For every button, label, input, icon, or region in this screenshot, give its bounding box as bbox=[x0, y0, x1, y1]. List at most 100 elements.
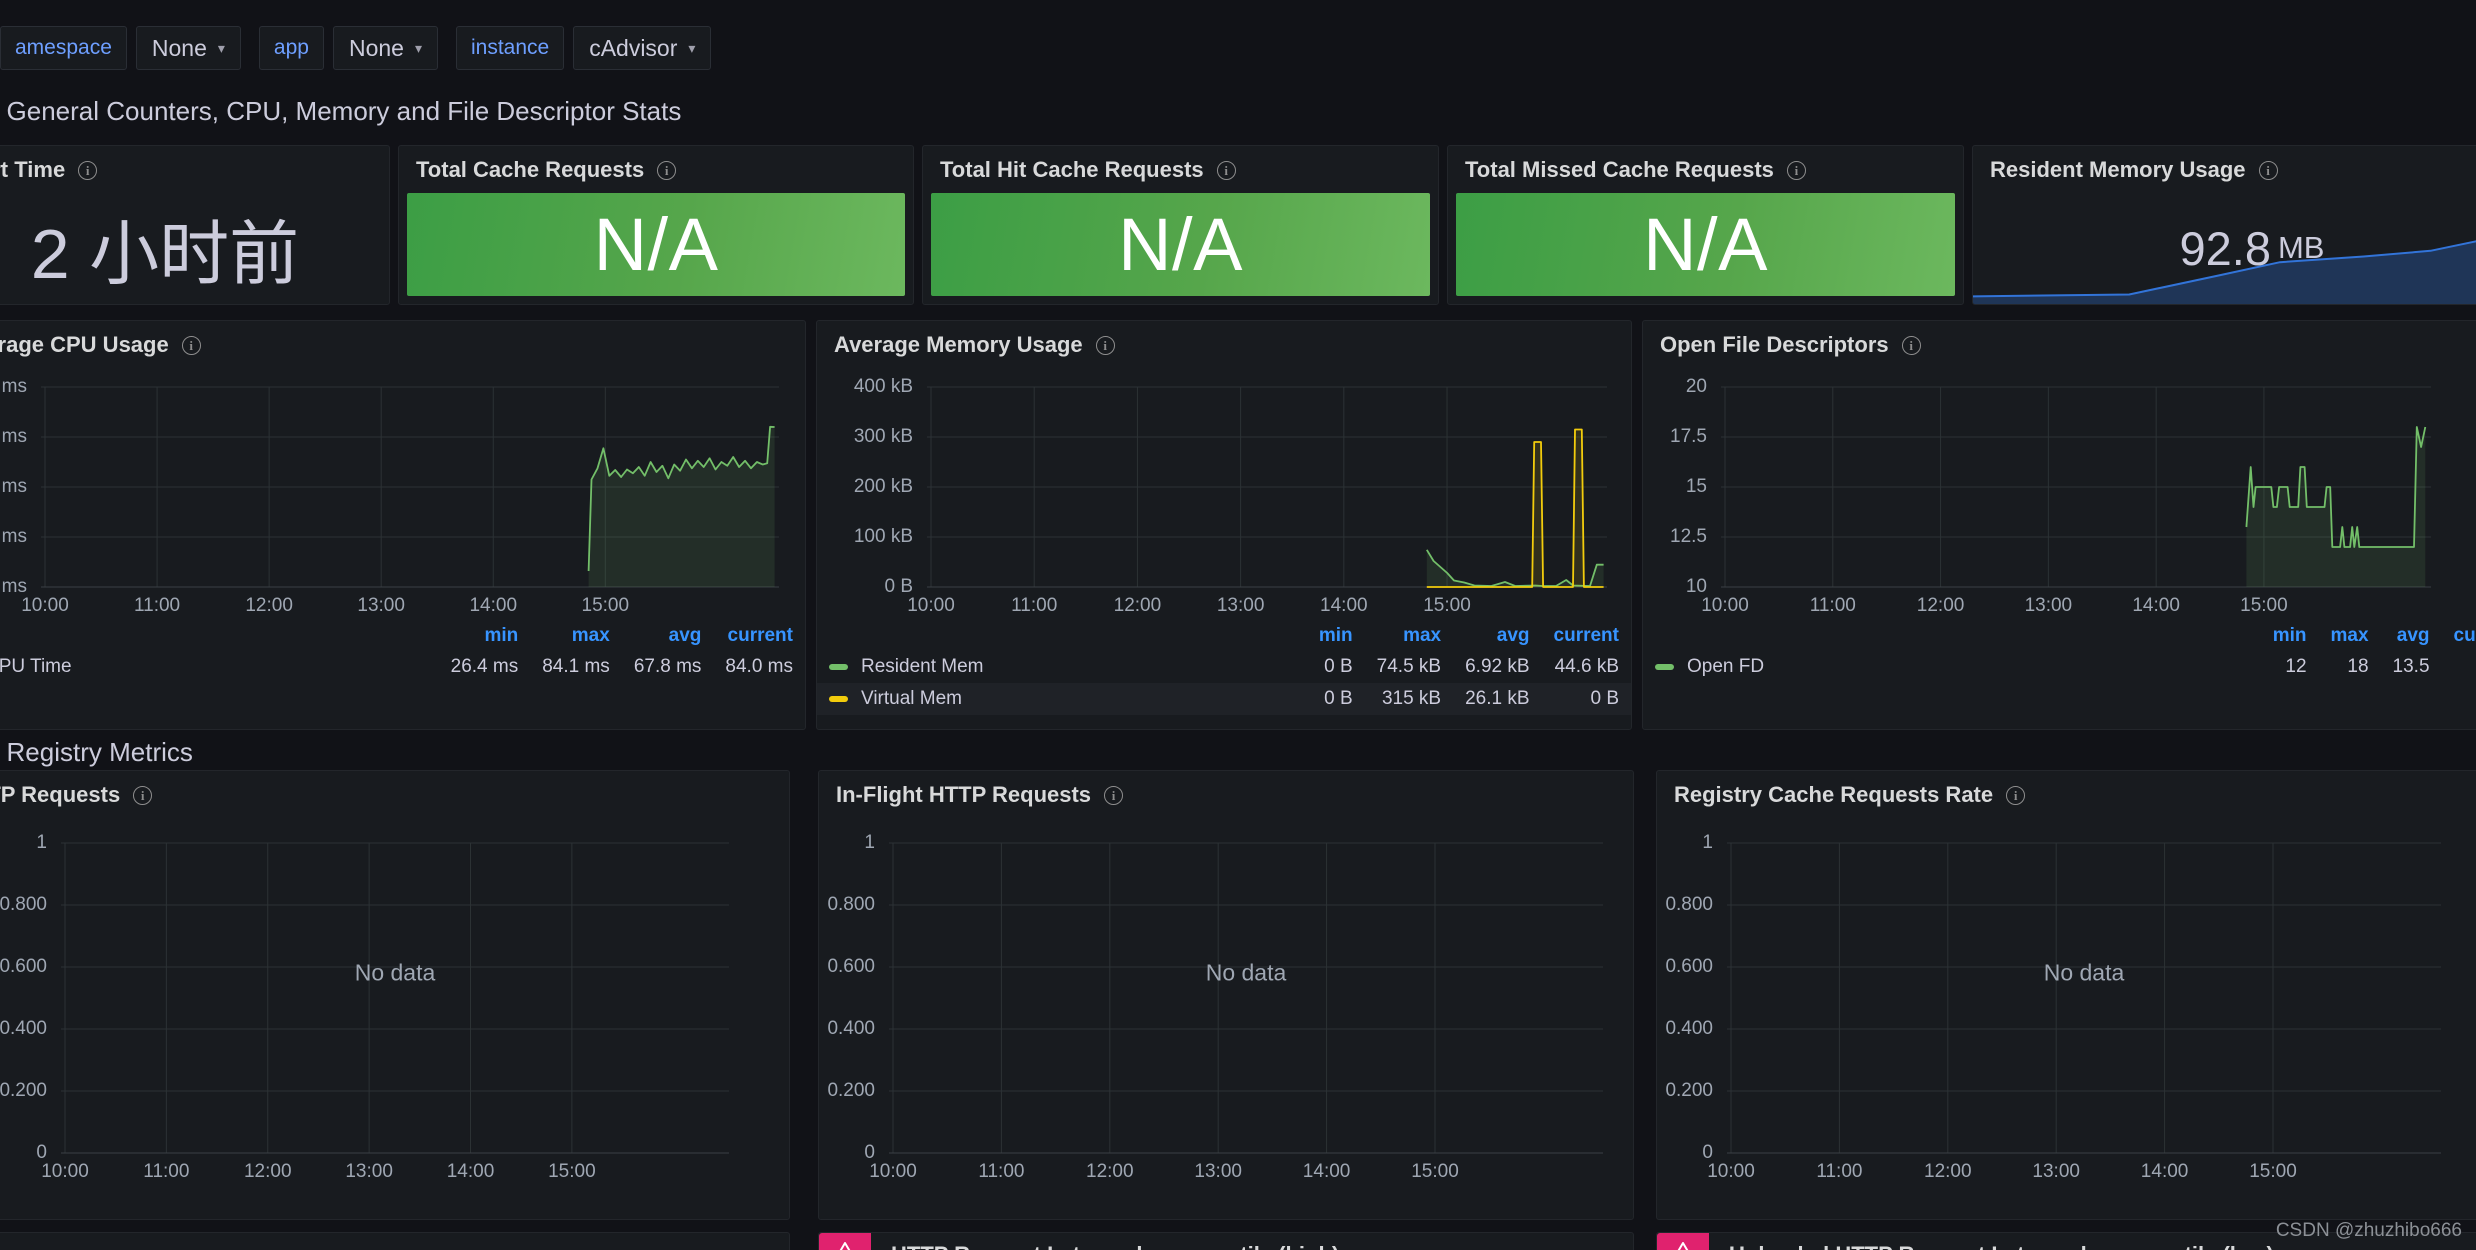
chart-svg bbox=[889, 842, 1603, 1154]
info-icon[interactable]: i bbox=[1216, 160, 1236, 180]
legend-row[interactable]: Resident Mem 0 B 74.5 kB 6.92 kB 44.6 kB bbox=[817, 651, 1631, 683]
x-axis-tick-label: 14:00 bbox=[2132, 595, 2180, 616]
legend-value-current: 84.0 ms bbox=[725, 656, 793, 677]
x-axis-tick-label: 10:00 bbox=[1707, 1161, 1755, 1182]
panel-start-time[interactable]: Start Time i 2 小时前 bbox=[0, 145, 390, 305]
legend-spacer bbox=[0, 621, 439, 651]
panel-total-hit-cache-requests[interactable]: Total Hit Cache Requests i N/A bbox=[922, 145, 1439, 305]
variable-app-label[interactable]: app bbox=[258, 26, 324, 70]
panel-resident-memory-usage[interactable]: Resident Memory Usage i 92.8 MB bbox=[1972, 145, 2476, 305]
x-axis-tick-label: 15:00 bbox=[1411, 1161, 1459, 1182]
panel-title: Start Time i bbox=[0, 157, 98, 183]
legend-series-name[interactable]: CPU Time bbox=[0, 651, 439, 683]
info-icon[interactable]: i bbox=[78, 160, 98, 180]
error-badge[interactable] bbox=[819, 1233, 871, 1250]
row-header-registry-metrics[interactable]: ▾ Registry Metrics bbox=[0, 737, 193, 768]
legend-header-row: minmaxavgcurrent bbox=[1643, 621, 2476, 651]
y-axis-tick-label: 0.800 bbox=[827, 894, 875, 915]
panel-registry-cache-requests-rate[interactable]: Registry Cache Requests Rate i 0 0.200 0.4… bbox=[1656, 770, 2476, 1220]
panel-bottom-left-partial[interactable] bbox=[0, 1232, 790, 1250]
panel-title: Total Hit Cache Requests i bbox=[940, 157, 1236, 183]
panel-open-file-descriptors[interactable]: Open File Descriptors i 10 12.5 15 17.5 20 10… bbox=[1642, 320, 2476, 730]
chart-legend: min max avg current Resident Mem 0 B 74.5 kB 6.… bbox=[817, 621, 1631, 715]
info-icon[interactable]: i bbox=[657, 160, 677, 180]
legend-value-current: 0 B bbox=[1590, 688, 1619, 709]
info-icon[interactable]: i bbox=[1095, 335, 1115, 355]
panel-total-missed-cache-requests[interactable]: Total Missed Cache Requests i N/A bbox=[1447, 145, 1964, 305]
y-axis-tick-label: 0.800 bbox=[0, 894, 47, 915]
legend-row[interactable]: Virtual Mem 0 B 315 kB 26.1 kB 0 B bbox=[817, 683, 1631, 715]
legend-header-min[interactable]: min bbox=[2261, 621, 2319, 651]
x-axis-tick-label: 10:00 bbox=[41, 1161, 89, 1182]
x-axis-tick-label: 13:00 bbox=[1194, 1161, 1242, 1182]
warning-icon bbox=[839, 1242, 851, 1250]
info-icon[interactable]: i bbox=[181, 335, 201, 355]
panel-title: Average Memory Usage i bbox=[834, 332, 1115, 358]
panel-http-request-latency-high[interactable]: HTTP Request Latency by percentile (high… bbox=[818, 1232, 1634, 1250]
panel-title-text: Unloaded HTTP Request Latency by percent… bbox=[1729, 1242, 2274, 1250]
legend-value-max: 18 bbox=[2347, 656, 2369, 677]
panel-title: Average CPU Usage i bbox=[0, 332, 201, 358]
y-axis-tick-label: 17.5 bbox=[1670, 426, 1707, 447]
variable-instance-select[interactable]: cAdvisor ▾ bbox=[573, 26, 712, 70]
legend-value-max: 74.5 kB bbox=[1376, 656, 1442, 677]
y-axis-tick-label: 100 kB bbox=[853, 526, 913, 547]
variable-instance-label[interactable]: instance bbox=[455, 26, 565, 70]
legend-series-name[interactable]: Open FD bbox=[1643, 651, 2261, 683]
info-icon[interactable]: i bbox=[1104, 785, 1124, 805]
stat-value-container: N/A bbox=[407, 193, 905, 296]
legend-value-avg: 67.8 ms bbox=[633, 656, 702, 677]
info-icon[interactable]: i bbox=[2006, 785, 2026, 805]
variable-instance-value: cAdvisor bbox=[589, 34, 678, 61]
legend-table: min max avg current Resident Mem 0 B 74.5 kB 6.… bbox=[817, 621, 1631, 715]
legend-header-current[interactable]: current bbox=[2442, 621, 2476, 651]
row-header-general-counters[interactable]: ▾ General Counters, CPU, Memory and File… bbox=[0, 96, 682, 127]
info-icon[interactable]: i bbox=[1901, 335, 1921, 355]
error-badge[interactable] bbox=[1657, 1233, 1709, 1250]
legend-header-avg[interactable]: avg bbox=[2381, 621, 2442, 651]
legend-row[interactable]: CPU Time 26.4 ms 84.1 ms 67.8 ms 84.0 ms bbox=[0, 651, 805, 683]
panel-title-text: Resident Memory Usage bbox=[1990, 157, 2246, 182]
panel-average-cpu-usage[interactable]: Average CPU Usage i 20 ms40 ms60 ms80 ms… bbox=[0, 320, 806, 730]
legend-header-min[interactable]: min bbox=[1307, 621, 1365, 651]
legend-series-name[interactable]: Resident Mem bbox=[817, 651, 1307, 683]
legend-series-name[interactable]: Virtual Mem bbox=[817, 683, 1307, 715]
panel-average-memory-usage[interactable]: Average Memory Usage i 0 B 100 kB 200 kB 30… bbox=[816, 320, 1632, 730]
variable-namespace-select[interactable]: None ▾ bbox=[135, 26, 241, 70]
info-icon[interactable]: i bbox=[2258, 160, 2278, 180]
no-data-message: No data bbox=[1205, 959, 1287, 986]
x-axis-tick-label: 10:00 bbox=[1701, 595, 1749, 616]
x-axis-tick-label: 15:00 bbox=[548, 1161, 596, 1182]
x-axis-tick-label: 15:00 bbox=[2249, 1161, 2297, 1182]
y-axis-tick-label: 1 bbox=[36, 832, 47, 853]
legend-header-max[interactable]: max bbox=[1365, 621, 1453, 651]
legend-header-current[interactable]: current bbox=[713, 621, 805, 651]
info-icon[interactable]: i bbox=[133, 785, 153, 805]
y-axis-tick-label: 400 kB bbox=[853, 376, 913, 397]
y-axis-tick-label: 100 ms bbox=[0, 376, 27, 397]
panel-http-requests[interactable]: HTTP Requests i 00.2000.4000.6000.800110… bbox=[0, 770, 790, 1220]
x-axis-tick-label: 12:00 bbox=[245, 595, 293, 616]
legend-value-min: 12 bbox=[2285, 656, 2307, 677]
chart-area: 20 ms40 ms60 ms80 ms100 ms10:0011:0012:0… bbox=[0, 367, 805, 729]
legend-value-max: 84.1 ms bbox=[542, 656, 610, 677]
legend-header-max[interactable]: max bbox=[530, 621, 622, 651]
y-axis-tick-label: 80 ms bbox=[0, 426, 27, 447]
warning-icon bbox=[1677, 1242, 1689, 1250]
legend-header-avg[interactable]: avg bbox=[622, 621, 714, 651]
legend-value-current: 18 bbox=[2442, 651, 2476, 683]
legend-header-current[interactable]: current bbox=[1542, 621, 1631, 651]
variable-app-value: None bbox=[348, 34, 404, 61]
legend-header-max[interactable]: max bbox=[2319, 621, 2381, 651]
x-axis-tick-label: 13:00 bbox=[357, 595, 405, 616]
legend-header-min[interactable]: min bbox=[439, 621, 531, 651]
legend-row[interactable]: Open FD 12 18 13.5 18 bbox=[1643, 651, 2476, 683]
legend-header-avg[interactable]: avg bbox=[1453, 621, 1541, 651]
panel-in-flight-http-requests[interactable]: In-Flight HTTP Requests i 0 0.200 0.400 0.6… bbox=[818, 770, 1634, 1220]
variable-namespace-label[interactable]: amespace bbox=[0, 26, 127, 70]
panel-total-cache-requests[interactable]: Total Cache Requests i N/A bbox=[398, 145, 914, 305]
y-axis-tick-label: 0.600 bbox=[827, 956, 875, 977]
info-icon[interactable]: i bbox=[1786, 160, 1806, 180]
variable-app-select[interactable]: None ▾ bbox=[332, 26, 438, 70]
dashboard-variable-bar: amespace None ▾ app None ▾ instance cAdv… bbox=[0, 22, 729, 74]
